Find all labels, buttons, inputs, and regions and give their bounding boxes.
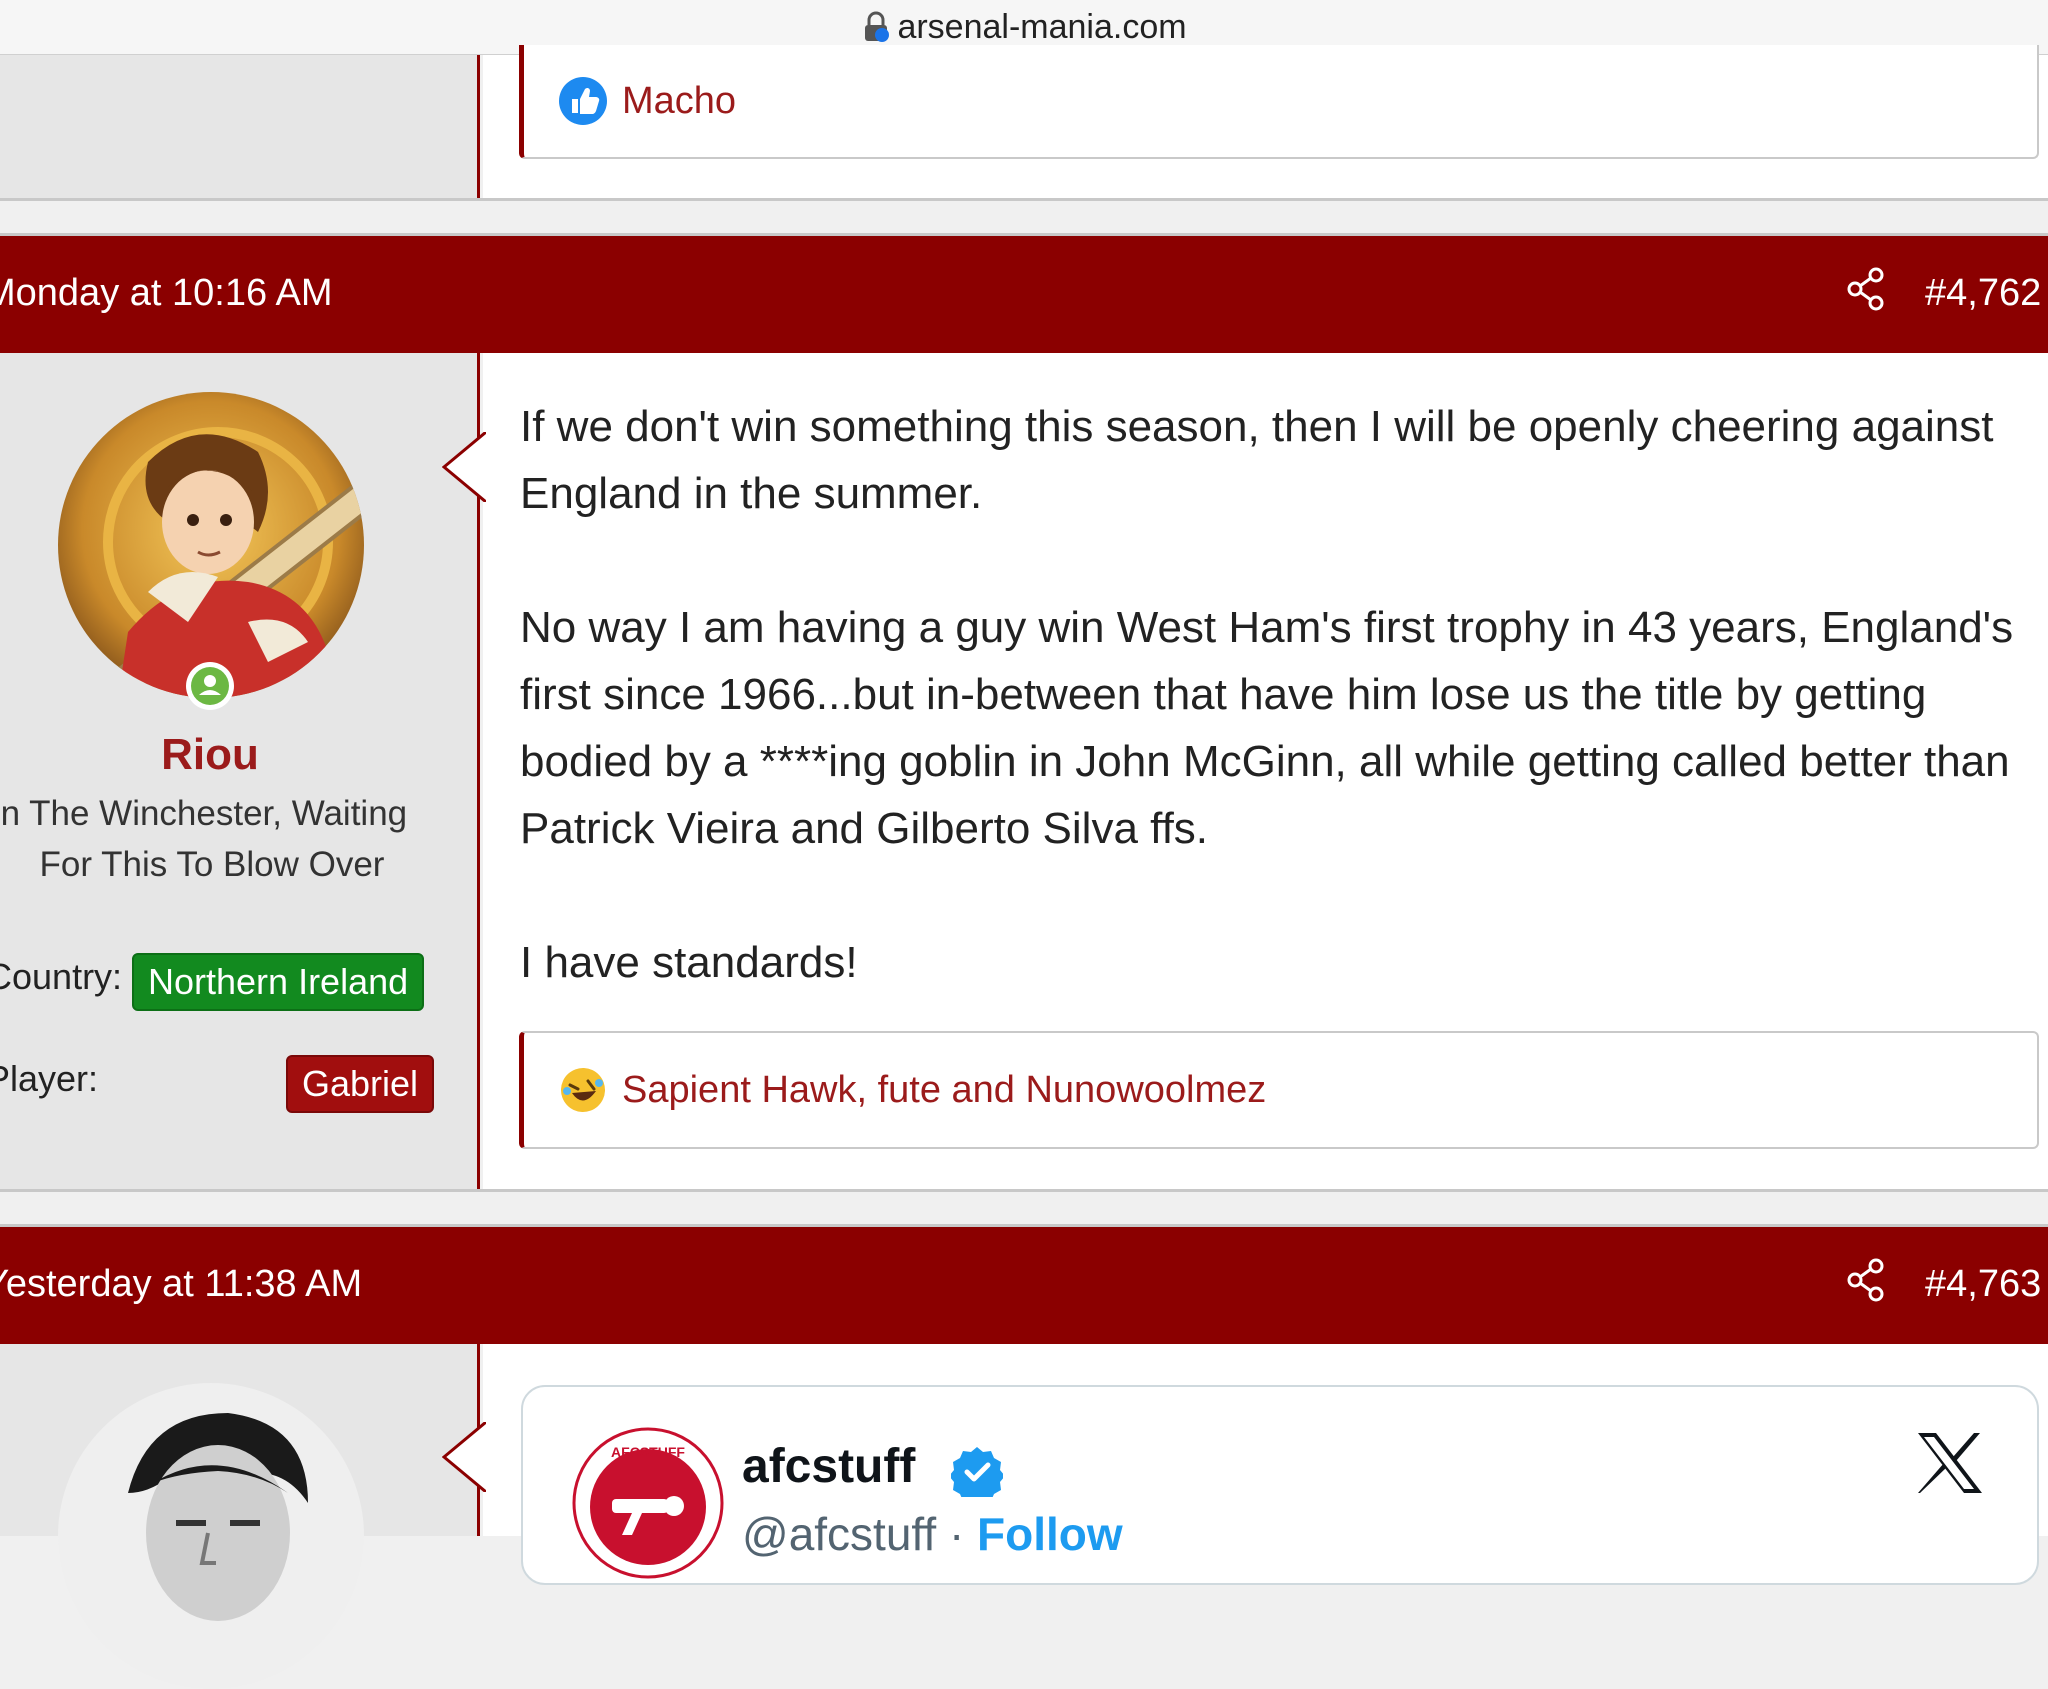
reactions-bar[interactable]: Macho [519, 45, 2039, 159]
message-pointer [442, 432, 486, 502]
post-number[interactable]: #4,763 [1925, 1263, 2041, 1306]
post-header: Monday at 10:16 AM #4,762 [0, 233, 2048, 353]
share-icon[interactable] [1846, 1257, 1886, 1303]
message-paragraph: I have standards! [520, 938, 858, 987]
embedded-tweet[interactable]: AFCSTUFF afcstuff @afcstuff · Follow [521, 1385, 2039, 1585]
logo-text: AFCSTUFF [611, 1444, 685, 1460]
x-logo-icon[interactable] [1916, 1431, 1984, 1495]
post-divider [0, 1189, 2048, 1192]
tweet-handle-line: @afcstuff · Follow [742, 1507, 1123, 1561]
message-pointer [442, 1422, 486, 1492]
tweet-account-name[interactable]: afcstuff [742, 1439, 915, 1494]
follow-link[interactable]: Follow [977, 1508, 1123, 1560]
post-date[interactable]: Monday at 10:16 AM [0, 272, 333, 315]
online-status-icon [186, 662, 234, 710]
username[interactable]: Riou [0, 730, 420, 780]
country-badge: Northern Ireland [132, 953, 425, 1011]
message-paragraph: No way I am having a guy win West Ham's … [520, 603, 2014, 853]
post-date[interactable]: Yesterday at 11:38 AM [0, 1263, 362, 1306]
url-domain: arsenal-mania.com [897, 7, 1187, 46]
share-icon[interactable] [1846, 266, 1886, 312]
handle-separator: · [948, 1508, 965, 1560]
post-number[interactable]: #4,762 [1925, 272, 2041, 315]
post-header: Yesterday at 11:38 AM #4,763 [0, 1224, 2048, 1344]
country-label: Country: [0, 956, 123, 997]
thumbs-up-icon [559, 77, 607, 125]
lock-icon [865, 11, 890, 42]
tweet-handle[interactable]: @afcstuff [742, 1508, 936, 1560]
post-divider [0, 198, 2048, 201]
verified-badge-icon [951, 1447, 1003, 1497]
account-logo[interactable]: AFCSTUFF [572, 1427, 724, 1579]
avatar-image [58, 1383, 364, 1689]
player-badge: Gabriel [286, 1055, 435, 1113]
post-message: If we don't win something this season, t… [520, 393, 2020, 996]
url-display[interactable]: arsenal-mania.com [861, 7, 1187, 47]
avatar[interactable] [58, 1383, 364, 1689]
reactions-names[interactable]: Sapient Hawk, fute and Nunowoolmez [622, 1069, 1266, 1112]
post-sidebar [0, 55, 480, 198]
avatar-image [58, 392, 364, 698]
reactions-names[interactable]: Macho [622, 80, 736, 123]
avatar[interactable] [58, 392, 364, 698]
laughing-face-icon [561, 1068, 605, 1112]
player-label: Player: [0, 1058, 99, 1099]
user-title: In The Winchester, Waiting For This To B… [0, 794, 408, 884]
reactions-bar[interactable]: Sapient Hawk, fute and Nunowoolmez [519, 1031, 2039, 1149]
message-paragraph: If we don't win something this season, t… [520, 402, 1994, 518]
